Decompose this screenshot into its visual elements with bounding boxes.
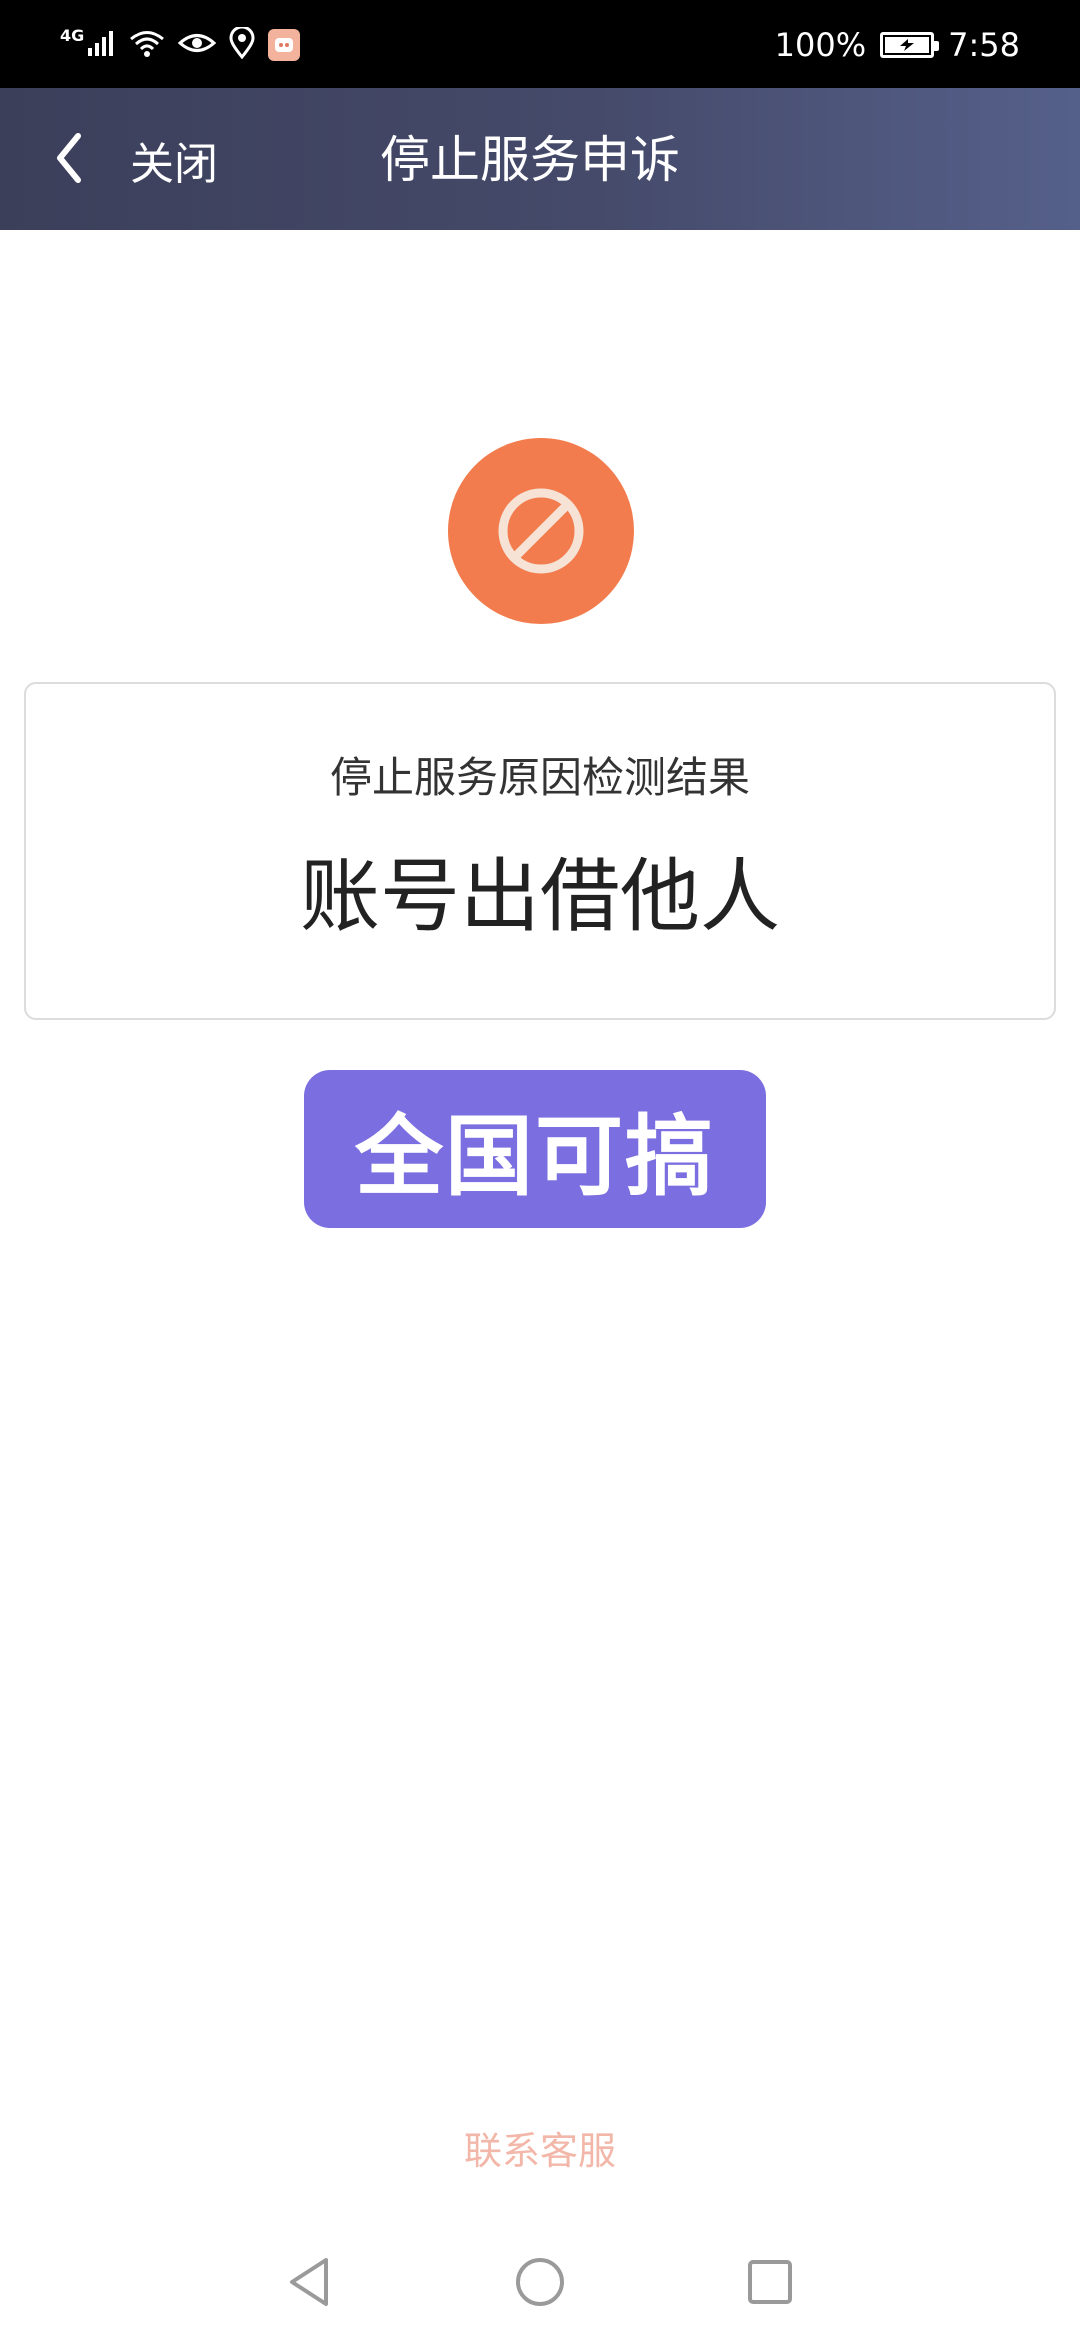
battery-percent: 100% <box>774 26 867 64</box>
location-icon <box>228 25 256 63</box>
status-right: 100% 7:58 <box>775 20 1020 70</box>
page-title: 停止服务申诉 <box>380 131 680 189</box>
system-nav-bar <box>0 2220 1080 2340</box>
chevron-left-icon <box>54 132 84 188</box>
status-bar: 4G 100% 7:58 <box>0 0 1080 88</box>
clock: 7:58 <box>948 26 1020 64</box>
battery-icon <box>880 32 940 58</box>
result-value: 账号出借他人 <box>300 850 780 943</box>
home-circle-icon[interactable] <box>512 2254 568 2310</box>
contact-support-link[interactable]: 联系客服 <box>0 2120 1080 2175</box>
app-badge-icon <box>268 29 301 61</box>
back-triangle-icon[interactable] <box>282 2254 338 2310</box>
signal-icon <box>86 28 116 62</box>
stamp-label: 全国可搞 <box>304 1070 766 1228</box>
prohibited-icon <box>448 438 634 624</box>
result-card: 停止服务原因检测结果 账号出借他人 <box>24 682 1056 1020</box>
nav-header: 关闭 停止服务申诉 <box>0 88 1080 230</box>
close-label: 关闭 <box>130 139 218 190</box>
recents-square-icon[interactable] <box>742 2254 798 2310</box>
wifi-icon <box>128 28 166 62</box>
close-button[interactable]: 关闭 <box>54 132 218 190</box>
eye-icon <box>177 28 217 62</box>
status-left: 4G <box>60 20 301 70</box>
result-caption: 停止服务原因检测结果 <box>329 753 750 802</box>
network-type: 4G <box>60 25 85 45</box>
